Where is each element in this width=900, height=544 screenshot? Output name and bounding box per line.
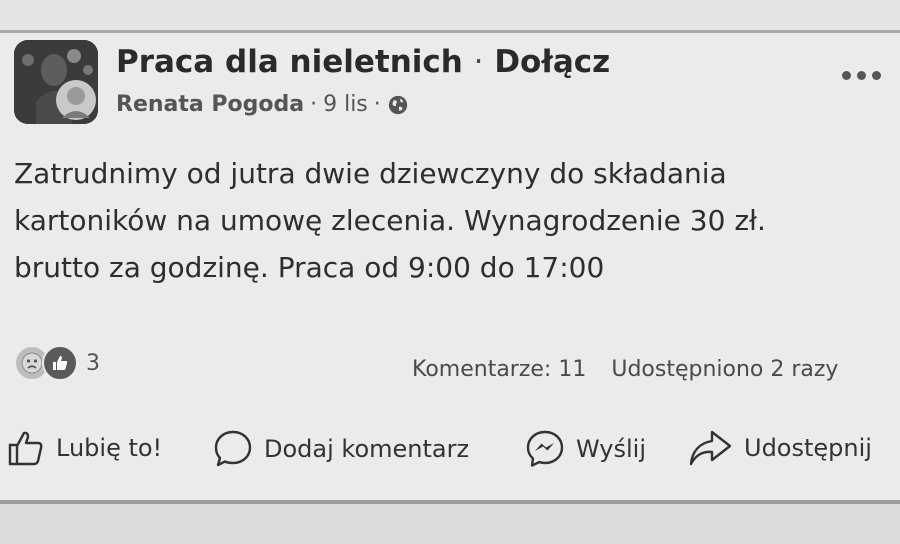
- send-button[interactable]: Wyślij: [524, 428, 646, 470]
- group-name-link[interactable]: Praca dla nieletnich: [116, 44, 463, 80]
- title-separator: ·: [473, 44, 484, 80]
- like-label: Lubię to!: [56, 434, 163, 462]
- more-options-icon[interactable]: [842, 68, 884, 82]
- globe-icon: [388, 95, 407, 114]
- reaction-count: 3: [86, 350, 100, 376]
- messenger-icon: [526, 430, 564, 467]
- post-body-line: kartoników na umowę zlecenia. Wynagrodze…: [14, 204, 766, 237]
- meta-separator: ·: [310, 92, 318, 117]
- share-button[interactable]: Udostępnij: [688, 428, 872, 468]
- like-reaction-icon: [42, 345, 78, 381]
- action-bar: Lubię to! Dodaj komentarz Wyślij Udostęp…: [0, 420, 900, 480]
- like-icon: [8, 431, 43, 466]
- group-avatar[interactable]: [14, 40, 98, 124]
- post-date-link[interactable]: 9 lis: [323, 92, 368, 117]
- share-label: Udostępnij: [744, 434, 872, 462]
- like-button[interactable]: Lubię to!: [6, 428, 162, 468]
- more-dot: [857, 70, 866, 80]
- previous-post-edge: [0, 0, 900, 33]
- post-header-title: Praca dla nieletnich · Dołącz: [116, 44, 610, 80]
- post-body: Zatrudnimy od jutra dwie dziewczyny do s…: [14, 150, 884, 291]
- next-post-edge: [0, 500, 900, 544]
- join-group-link[interactable]: Dołącz: [494, 44, 610, 80]
- comments-count-link[interactable]: Komentarze: 11: [412, 357, 586, 382]
- comment-icon: [214, 430, 252, 467]
- post-body-line: Zatrudnimy od jutra dwie dziewczyny do s…: [14, 157, 727, 190]
- engagement-stats: Komentarze: 11 Udostępniono 2 razy: [412, 357, 838, 382]
- comment-label: Dodaj komentarz: [264, 435, 470, 463]
- more-dot: [872, 70, 881, 80]
- avatar-image: [14, 40, 98, 124]
- share-icon: [689, 430, 732, 466]
- shares-count-link[interactable]: Udostępniono 2 razy: [611, 357, 838, 382]
- send-label: Wyślij: [576, 435, 647, 463]
- reactions-summary[interactable]: 3: [14, 345, 100, 381]
- meta-separator: ·: [373, 92, 381, 117]
- post-body-line: brutto za godzinę. Praca od 9:00 do 17:0…: [14, 251, 605, 284]
- comment-button[interactable]: Dodaj komentarz: [212, 428, 469, 470]
- post-meta: Renata Pogoda · 9 lis ·: [116, 92, 409, 117]
- more-dot: [842, 70, 851, 80]
- author-name-link[interactable]: Renata Pogoda: [116, 92, 304, 117]
